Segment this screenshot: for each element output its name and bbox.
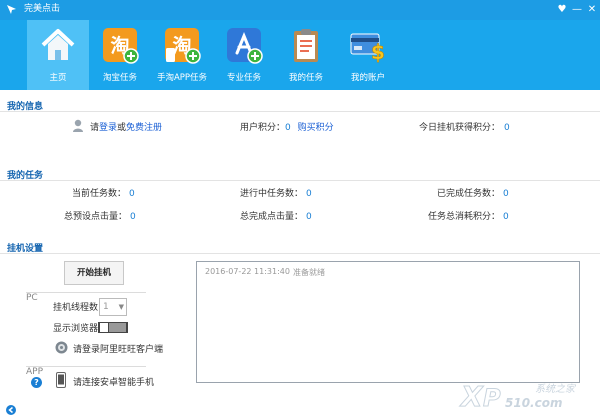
nav-taobao-task[interactable]: 淘 淘宝任务 — [89, 20, 151, 90]
completed-task-count-label: 已完成任务数： — [437, 189, 501, 199]
today-points-value: 0 — [504, 123, 510, 133]
my-tasks-divider — [0, 180, 600, 181]
threads-label: 挂机线程数 — [53, 303, 99, 313]
nav-my-tasks-label: 我的任务 — [288, 73, 323, 83]
pc-group-label: PC — [26, 293, 38, 303]
in-progress-task-count: 进行中任务数： 0 — [240, 188, 312, 200]
hangup-settings-divider — [0, 253, 600, 254]
clipboard-icon — [294, 29, 318, 62]
buy-points-link[interactable]: 购买积分 — [298, 123, 334, 133]
help-icon[interactable]: ? — [31, 377, 42, 388]
login-link[interactable]: 登录 — [99, 123, 117, 133]
home-icon — [41, 29, 75, 60]
log-panel[interactable]: 2016-07-22 11:31:40 准备就绪 — [196, 261, 580, 383]
app-group-label: APP — [26, 367, 44, 377]
nav-my-tasks[interactable]: 我的任务 — [275, 20, 337, 90]
total-completed-clicks-value: 0 — [306, 212, 312, 222]
nav-taobao-task-label: 淘宝任务 — [102, 73, 137, 83]
login-or: 或 — [117, 123, 127, 133]
wangwang-icon — [55, 341, 68, 354]
nav-professional-task[interactable]: 专业任务 — [213, 20, 275, 90]
toggle-knob — [100, 323, 108, 332]
login-prefix: 请 — [90, 123, 100, 133]
show-browser-label: 显示浏览器 — [53, 324, 99, 334]
nav-my-account-label: 我的账户 — [350, 73, 385, 83]
credit-card-dollar-icon: $ — [350, 33, 385, 64]
current-task-count-value: 0 — [129, 189, 135, 199]
total-completed-clicks-label: 总完成点击量： — [240, 212, 304, 222]
total-preset-clicks-value: 0 — [130, 212, 136, 222]
close-button[interactable]: ✕ — [585, 3, 599, 17]
pc-group-line — [26, 292, 146, 293]
in-progress-task-count-value: 0 — [306, 189, 312, 199]
start-hangup-button[interactable]: 开始挂机 — [64, 261, 124, 285]
total-preset-clicks: 总预设点击量： 0 — [64, 211, 136, 223]
threads-select[interactable]: 1 ▼ — [99, 298, 127, 316]
phone-connect-prompt: 请连接安卓智能手机 — [73, 378, 155, 388]
app-group-line — [26, 366, 146, 367]
window-title: 完美点击 — [24, 4, 61, 14]
chevron-down-icon: ▼ — [118, 303, 124, 311]
log-timestamp: 2016-07-22 11:31:40 — [205, 267, 290, 276]
user-avatar-icon — [73, 119, 83, 132]
nav-mobile-taobao-task-label: 手淘APP任务 — [156, 73, 208, 83]
threads-select-value: 1 — [103, 302, 109, 312]
total-points-consumed-label: 任务总消耗积分： — [428, 212, 501, 222]
total-points-consumed: 任务总消耗积分： 0 — [428, 211, 509, 223]
toggle-track — [109, 323, 126, 332]
minimize-button[interactable]: — — [570, 3, 584, 17]
svg-text:P: P — [483, 384, 501, 412]
total-preset-clicks-label: 总预设点击量： — [64, 212, 128, 222]
nav-my-account[interactable]: $ 我的账户 — [337, 20, 399, 90]
total-completed-clicks: 总完成点击量： 0 — [240, 211, 312, 223]
back-arrow-icon[interactable] — [6, 405, 16, 415]
app-store-task-icon — [227, 28, 263, 64]
current-task-count: 当前任务数： 0 — [72, 188, 135, 200]
nav-home[interactable]: 主页 — [27, 20, 89, 90]
user-points-label: 用户积分： — [240, 123, 286, 133]
svg-text:X: X — [459, 380, 484, 413]
watermark: X P 系统之家 510.com — [455, 376, 595, 416]
watermark-domain: 510.com — [505, 396, 563, 410]
completed-task-count-value: 0 — [503, 189, 509, 199]
nav-professional-task-label: 专业任务 — [226, 73, 261, 83]
login-prompt: 请登录或免费注册 — [90, 122, 162, 134]
today-points-label: 今日挂机获得积分： — [419, 123, 501, 133]
show-browser-toggle[interactable] — [98, 322, 128, 333]
taobao-task-icon: 淘 — [103, 28, 139, 64]
today-points: 今日挂机获得积分： 0 — [419, 122, 510, 134]
nav-mobile-taobao-task[interactable]: 淘 手淘APP任务 — [151, 20, 213, 90]
nav-home-label: 主页 — [49, 73, 67, 83]
in-progress-task-count-label: 进行中任务数： — [240, 189, 304, 199]
user-points-value: 0 — [285, 123, 291, 133]
phone-icon — [56, 372, 66, 388]
main-nav: 主页 淘 淘宝任务 淘 手淘APP任务 专业任务 我的任务 $ 我的账户 — [0, 20, 600, 90]
watermark-text: 系统之家 — [535, 384, 575, 395]
total-points-consumed-value: 0 — [503, 212, 509, 222]
menu-heart-icon[interactable]: ♥ — [555, 3, 569, 17]
title-bar: 完美点击 ♥ — ✕ — [0, 0, 600, 20]
svg-text:$: $ — [371, 40, 385, 64]
mobile-taobao-task-icon: 淘 — [165, 28, 201, 64]
wangwang-login-prompt: 请登录阿里旺旺客户端 — [73, 345, 164, 355]
current-task-count-label: 当前任务数： — [72, 189, 127, 199]
register-link[interactable]: 免费注册 — [126, 123, 162, 133]
user-points: 用户积分：0 购买积分 — [240, 122, 334, 134]
completed-task-count: 已完成任务数： 0 — [437, 188, 509, 200]
log-message: 准备就绪 — [293, 268, 325, 277]
app-logo-icon — [7, 5, 16, 14]
my-info-divider — [0, 111, 600, 112]
